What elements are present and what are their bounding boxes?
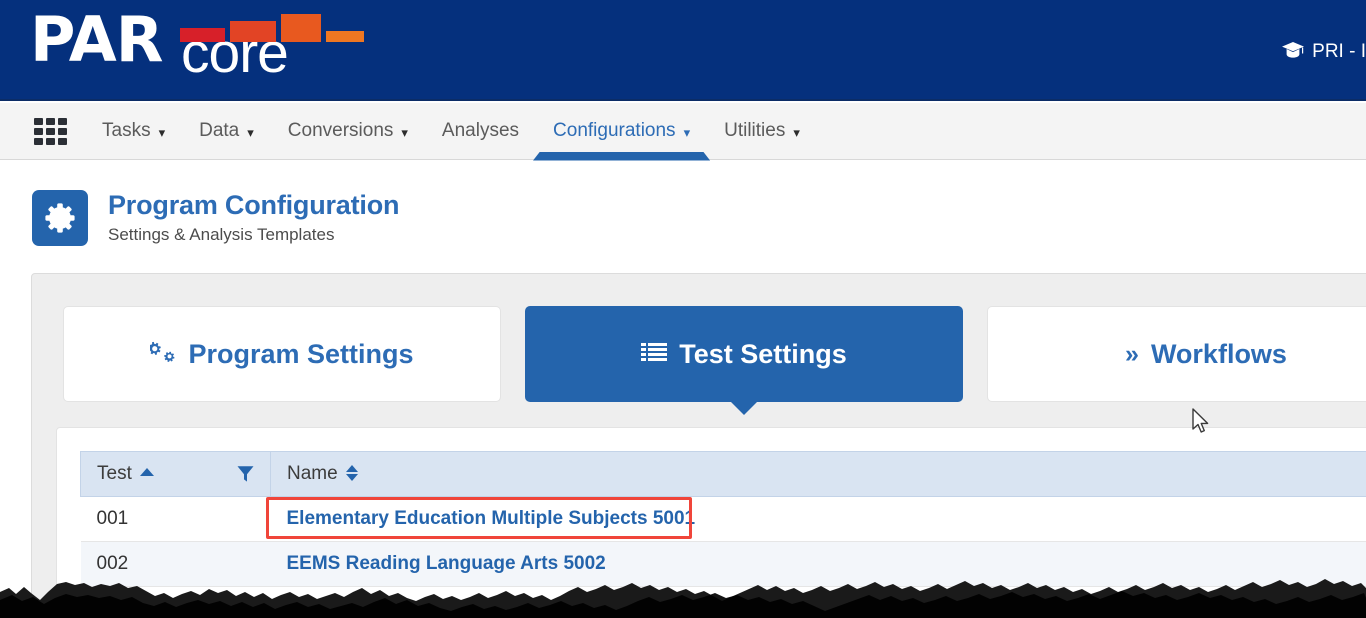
chevron-down-icon: ▾ [247, 124, 254, 140]
configuration-panel: Program Settings Test Settings » Workflo… [31, 273, 1366, 618]
gear-icon [32, 190, 88, 246]
logo-accent-bar-4 [326, 31, 364, 42]
chevron-down-icon: ▾ [683, 124, 691, 140]
test-settings-table-card: Test Name 001 Elementary Education Multi… [56, 427, 1366, 618]
nav-item-tasks-label: Tasks [102, 120, 151, 141]
nav-item-utilities-label: Utilities [724, 120, 786, 141]
cell-test-name: Elementary Education Multiple Subjects 5… [270, 496, 1366, 542]
cell-test-number: 002 [80, 541, 271, 587]
nav-active-indicator [533, 152, 710, 161]
logo-accent-bar-2 [230, 21, 276, 42]
page-header: Program Configuration Settings & Analysi… [32, 190, 400, 246]
tab-workflows[interactable]: » Workflows [987, 306, 1366, 402]
column-header-name-label: Name [287, 463, 338, 484]
main-navigation-bar: Tasks ▾ Data ▾ Conversions ▾ Analyses Co… [0, 103, 1366, 160]
grid-apps-icon[interactable] [34, 117, 68, 145]
logo-accent-bar-3 [281, 14, 321, 42]
graduation-cap-icon [1282, 42, 1305, 62]
brand-header-bar: PAR core PRI - I [0, 0, 1366, 101]
tab-program-settings-label: Program Settings [188, 338, 414, 369]
page-subtitle: Settings & Analysis Templates [108, 225, 335, 245]
tests-table-body: 001 Elementary Education Multiple Subjec… [80, 496, 1366, 587]
active-tab-pointer [729, 400, 759, 415]
chevron-down-icon: ▾ [793, 124, 800, 140]
nav-item-data-label: Data [199, 120, 240, 141]
logo-accent-bars [180, 7, 364, 42]
nav-item-configurations-label: Configurations [553, 120, 676, 141]
chevrons-right-icon: » [1125, 339, 1139, 368]
tab-workflows-label: Workflows [1150, 338, 1287, 369]
sort-ascending-icon[interactable] [139, 468, 154, 476]
tests-table-header: Test Name [80, 451, 1366, 497]
test-name-link[interactable]: EEMS Reading Language Arts 5002 [287, 553, 606, 574]
chevron-down-icon: ▾ [158, 124, 166, 140]
chevron-down-icon: ▾ [401, 124, 408, 140]
cell-test-name: EEMS Reading Language Arts 5002 [270, 541, 1366, 587]
table-row[interactable]: 002 EEMS Reading Language Arts 5002 [80, 541, 1366, 587]
page-title-block: Program Configuration Settings & Analysi… [108, 190, 400, 245]
table-header-row: Test Name [80, 451, 1366, 497]
nav-item-analyses-label: Analyses [441, 120, 520, 141]
tab-test-settings[interactable]: Test Settings [525, 306, 963, 415]
app-root: PAR core PRI - I Tasks ▾ Data ▾ Conversi… [0, 0, 1366, 618]
column-header-test[interactable]: Test [80, 451, 271, 497]
logo-text-par: PAR [30, 3, 163, 76]
list-icon [641, 341, 668, 368]
tab-program-settings[interactable]: Program Settings [63, 306, 501, 402]
nav-item-conversions-label: Conversions [287, 120, 394, 141]
logo-accent-bar-1 [180, 28, 225, 42]
nav-item-data[interactable]: Data ▾ [199, 103, 254, 160]
funnel-filter-icon[interactable] [237, 465, 254, 483]
test-name-link[interactable]: Elementary Education Multiple Subjects 5… [287, 508, 696, 529]
table-row[interactable]: 001 Elementary Education Multiple Subjec… [80, 496, 1366, 542]
tests-table: Test Name 001 Elementary Education Multi… [80, 451, 1366, 587]
cell-test-number: 001 [80, 496, 271, 542]
column-header-name[interactable]: Name [270, 451, 1366, 497]
nav-item-utilities[interactable]: Utilities ▾ [724, 103, 800, 160]
tab-test-settings-label: Test Settings [679, 338, 847, 369]
parcore-logo[interactable]: PAR core [30, 3, 364, 87]
nav-item-conversions[interactable]: Conversions ▾ [288, 103, 408, 160]
nav-item-analyses[interactable]: Analyses [442, 103, 519, 160]
nav-item-configurations[interactable]: Configurations ▾ [553, 103, 690, 160]
gears-icon [148, 341, 176, 368]
sort-both-icon[interactable] [345, 465, 358, 481]
user-account-label: PRI - I [1312, 41, 1366, 62]
settings-tab-group: Program Settings Test Settings » Workflo… [63, 306, 1366, 415]
user-account-area[interactable]: PRI - I [1282, 38, 1366, 66]
page-title: Program Configuration [108, 190, 400, 220]
nav-item-tasks[interactable]: Tasks ▾ [102, 103, 165, 160]
column-header-test-label: Test [97, 463, 132, 484]
